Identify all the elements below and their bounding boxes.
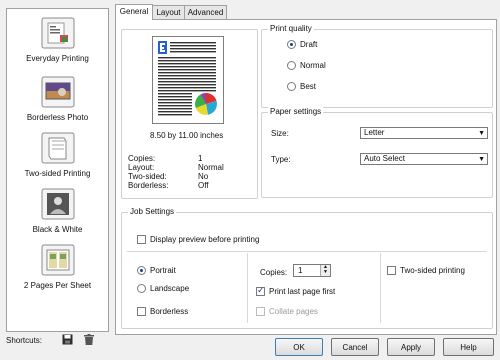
paper-size-select[interactable]: Letter ▼ xyxy=(360,127,488,139)
checkbox-label: Collate pages xyxy=(269,307,318,316)
job-settings-title: Job Settings xyxy=(128,207,177,216)
type-label: Type: xyxy=(271,155,291,164)
paper-settings-group: Paper settings Size: Letter ▼ Type: Auto… xyxy=(261,107,493,198)
summary-key: Borderless: xyxy=(128,181,169,190)
chevron-down-icon: ▼ xyxy=(478,130,485,137)
shortcut-two-pages-per-sheet[interactable]: 2 Pages Per Sheet xyxy=(7,242,108,290)
checkbox-label: Two-sided printing xyxy=(400,266,465,275)
summary-value: Off xyxy=(198,181,209,190)
stepper-arrows[interactable]: ▲ ▼ xyxy=(320,265,330,276)
two-pages-per-sheet-icon xyxy=(40,242,76,278)
display-preview-checkbox[interactable] xyxy=(137,235,146,244)
radio-best[interactable] xyxy=(287,82,296,91)
summary-key: Copies: xyxy=(128,154,156,163)
tab-label: Advanced xyxy=(187,8,224,17)
print-quality-group: Print quality Draft Normal Best xyxy=(261,24,493,108)
radio-label: Draft xyxy=(300,40,318,49)
shortcut-everyday-printing[interactable]: Everyday Printing xyxy=(7,15,108,63)
shortcuts-label: Shortcuts: xyxy=(6,336,43,345)
button-label: OK xyxy=(293,343,305,352)
tab-general[interactable]: General xyxy=(115,4,153,20)
borderless-checkbox[interactable] xyxy=(137,307,146,316)
divider xyxy=(380,253,381,323)
help-button[interactable]: Help xyxy=(443,338,494,356)
cancel-button[interactable]: Cancel xyxy=(331,338,379,356)
summary-key: Layout: xyxy=(128,163,155,172)
chevron-down-icon[interactable]: ▼ xyxy=(323,269,328,275)
shortcut-label: 2 Pages Per Sheet xyxy=(23,281,92,290)
radio-label: Portrait xyxy=(150,266,176,275)
checkbox-label: Display preview before printing xyxy=(150,235,260,244)
page-preview xyxy=(152,36,224,126)
size-label: Size: xyxy=(271,129,289,138)
radio-label: Best xyxy=(300,82,317,91)
shortcut-black-white[interactable]: Black & White xyxy=(7,186,108,234)
shortcuts-toolbar: Shortcuts: xyxy=(6,334,107,350)
save-icon[interactable] xyxy=(62,334,73,347)
shortcut-label: Everyday Printing xyxy=(26,54,89,63)
borderless-photo-icon xyxy=(40,74,76,110)
shortcut-label: Two-sided Printing xyxy=(24,169,91,178)
radio-normal[interactable] xyxy=(287,61,296,70)
tab-label: Layout xyxy=(156,8,181,17)
radio-landscape[interactable] xyxy=(137,284,146,293)
divider xyxy=(127,251,487,252)
copies-stepper[interactable]: 1 ▲ ▼ xyxy=(293,264,331,277)
checkbox-label: Print last page first xyxy=(269,287,336,296)
tab-label: General xyxy=(119,7,149,16)
radio-portrait[interactable] xyxy=(137,266,146,275)
everyday-printing-icon xyxy=(40,15,76,51)
job-settings-group: Job Settings Display preview before prin… xyxy=(121,207,493,329)
summary-value: No xyxy=(198,172,209,181)
shortcut-two-sided-printing[interactable]: Two-sided Printing xyxy=(7,130,108,178)
button-label: Cancel xyxy=(342,343,368,352)
shortcuts-sidebar: Everyday Printing Borderless Photo Two-s… xyxy=(6,8,109,332)
paper-type-select[interactable]: Auto Select ▼ xyxy=(360,153,488,165)
summary-key: Two-sided: xyxy=(128,172,167,181)
preview-group: 8.50 by 11.00 inches Copies: 1 Layout: N… xyxy=(121,29,258,199)
checkbox-label: Borderless xyxy=(150,307,189,316)
two-sided-printing-icon xyxy=(40,130,76,166)
black-white-icon xyxy=(40,186,76,222)
apply-button[interactable]: Apply xyxy=(387,338,435,356)
divider xyxy=(247,253,248,323)
select-value: Letter xyxy=(364,128,385,137)
copies-value: 1 xyxy=(298,266,303,275)
select-value: Auto Select xyxy=(364,154,405,163)
shortcut-label: Borderless Photo xyxy=(26,113,89,122)
summary-value: Normal xyxy=(198,163,224,172)
general-tab-panel: 8.50 by 11.00 inches Copies: 1 Layout: N… xyxy=(115,19,497,335)
summary-value: 1 xyxy=(198,154,203,163)
radio-draft[interactable] xyxy=(287,40,296,49)
radio-label: Landscape xyxy=(150,284,190,293)
trash-icon[interactable] xyxy=(84,334,94,347)
copies-label: Copies: xyxy=(260,268,288,277)
two-sided-printing-checkbox[interactable] xyxy=(387,266,396,275)
shortcut-label: Black & White xyxy=(32,225,83,234)
paper-settings-title: Paper settings xyxy=(268,107,324,116)
collate-pages-checkbox[interactable] xyxy=(256,307,265,316)
button-label: Help xyxy=(460,343,477,352)
button-label: Apply xyxy=(400,343,421,352)
tab-advanced[interactable]: Advanced xyxy=(184,5,227,19)
paper-size-text: 8.50 by 11.00 inches xyxy=(150,131,224,140)
print-last-page-first-checkbox[interactable] xyxy=(256,285,265,296)
chevron-down-icon: ▼ xyxy=(478,156,485,163)
print-quality-title: Print quality xyxy=(268,24,314,33)
tab-layout[interactable]: Layout xyxy=(152,5,185,19)
ok-button[interactable]: OK xyxy=(275,338,323,356)
radio-label: Normal xyxy=(300,61,326,70)
shortcut-borderless-photo[interactable]: Borderless Photo xyxy=(7,74,108,122)
